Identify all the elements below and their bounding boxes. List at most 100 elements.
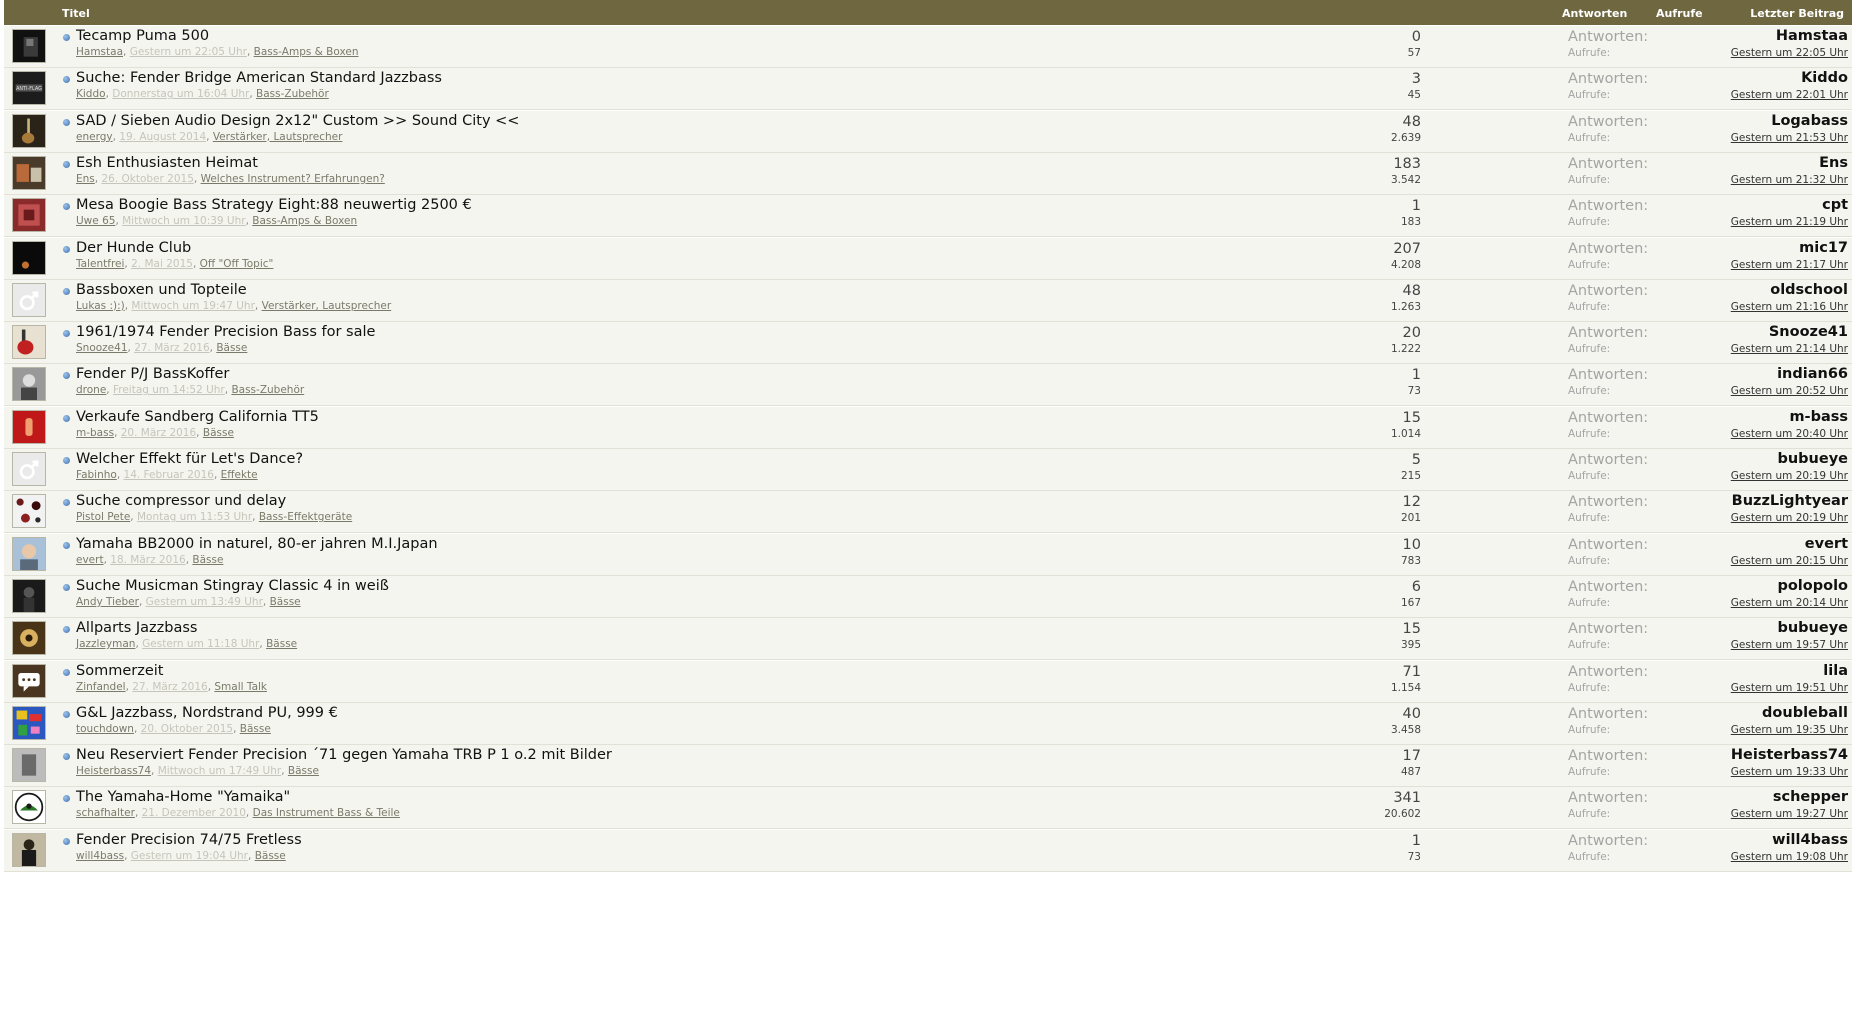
thread-forum-link[interactable]: Bass-Effektgeräte: [259, 511, 352, 523]
thread-start-date-link[interactable]: 21. Dezember 2010: [142, 807, 246, 819]
thread-author-link[interactable]: drone: [76, 384, 106, 396]
thread-row[interactable]: Yamaha BB2000 in naturel, 80-er jahren M…: [4, 533, 1852, 576]
last-post-date-link[interactable]: Gestern um 21:16 Uhr: [1731, 301, 1848, 313]
thread-start-date-link[interactable]: 2. Mai 2015: [131, 258, 193, 270]
thread-start-date-link[interactable]: Gestern um 13:49 Uhr: [146, 596, 263, 608]
last-post-date-link[interactable]: Gestern um 21:17 Uhr: [1731, 259, 1848, 271]
thread-author-link[interactable]: schafhalter: [76, 807, 135, 819]
thread-author-link[interactable]: Hamstaa: [76, 46, 123, 58]
thread-forum-link[interactable]: Bass-Zubehör: [231, 384, 304, 396]
thread-start-date-link[interactable]: 19. August 2014: [119, 131, 206, 143]
avatar[interactable]: [12, 240, 46, 275]
last-post-date-link[interactable]: Gestern um 19:35 Uhr: [1731, 724, 1848, 736]
thread-author-link[interactable]: Ens: [76, 173, 95, 185]
thread-row[interactable]: G&L Jazzbass, Nordstrand PU, 999 € touchd…: [4, 702, 1852, 745]
thread-title-link[interactable]: SAD / Sieben Audio Design 2x12" Custom >…: [76, 113, 519, 129]
thread-forum-link[interactable]: Effekte: [221, 469, 258, 481]
thread-title-link[interactable]: Fender P/J BassKoffer: [76, 366, 229, 382]
last-post-user-link[interactable]: will4bass: [1772, 832, 1848, 848]
last-post-user-link[interactable]: cpt: [1822, 197, 1848, 213]
thread-row[interactable]: Suche Musicman Stingray Classic 4 in wei…: [4, 575, 1852, 618]
thread-author-link[interactable]: Lukas :):): [76, 300, 125, 312]
last-post-user-link[interactable]: schepper: [1773, 789, 1848, 805]
thread-title-link[interactable]: Fender Precision 74/75 Fretless: [76, 832, 302, 848]
thread-title-link[interactable]: 1961/1974 Fender Precision Bass for sale: [76, 324, 375, 340]
last-post-date-link[interactable]: Gestern um 19:08 Uhr: [1731, 851, 1848, 863]
thread-forum-link[interactable]: Verstärker, Lautsprecher: [213, 131, 343, 143]
last-post-user-link[interactable]: Ens: [1819, 155, 1848, 171]
last-post-user-link[interactable]: mic17: [1799, 240, 1848, 256]
thread-start-date-link[interactable]: Gestern um 19:04 Uhr: [131, 850, 248, 862]
last-post-date-link[interactable]: Gestern um 20:19 Uhr: [1731, 470, 1848, 482]
last-post-user-link[interactable]: indian66: [1777, 366, 1848, 382]
thread-forum-link[interactable]: Small Talk: [214, 681, 267, 693]
thread-title-link[interactable]: Suche compressor und delay: [76, 493, 286, 509]
last-post-user-link[interactable]: lila: [1823, 663, 1848, 679]
last-post-user-link[interactable]: Heisterbass74: [1731, 747, 1848, 763]
column-header-views[interactable]: Aufrufe: [1656, 7, 1703, 20]
thread-row[interactable]: Fender Precision 74/75 Fretless will4bass…: [4, 829, 1852, 872]
thread-author-link[interactable]: touchdown: [76, 723, 134, 735]
thread-title-link[interactable]: Esh Enthusiasten Heimat: [76, 155, 258, 171]
last-post-date-link[interactable]: Gestern um 20:19 Uhr: [1731, 512, 1848, 524]
thread-forum-link[interactable]: Bässe: [288, 765, 319, 777]
thread-author-link[interactable]: evert: [76, 554, 104, 566]
thread-forum-link[interactable]: Bässe: [266, 638, 297, 650]
last-post-user-link[interactable]: BuzzLightyear: [1732, 493, 1848, 509]
thread-row[interactable]: Neu Reserviert Fender Precision ´71 gege…: [4, 745, 1852, 788]
thread-row[interactable]: Tecamp Puma 500 Hamstaa, Gestern um 22:05…: [4, 26, 1852, 68]
avatar[interactable]: [12, 198, 46, 233]
last-post-date-link[interactable]: Gestern um 20:14 Uhr: [1731, 597, 1848, 609]
thread-author-link[interactable]: Andy Tieber: [76, 596, 139, 608]
column-header-title[interactable]: Titel: [62, 7, 90, 20]
avatar[interactable]: [12, 113, 46, 148]
thread-forum-link[interactable]: Bässe: [255, 850, 286, 862]
thread-start-date-link[interactable]: Mittwoch um 17:49 Uhr: [158, 765, 281, 777]
thread-row[interactable]: Der Hunde Club Talentfrei, 2. Mai 2015, O…: [4, 237, 1852, 280]
thread-title-link[interactable]: Allparts Jazzbass: [76, 620, 197, 636]
thread-row[interactable]: Mesa Boogie Bass Strategy Eight:88 neuwe…: [4, 195, 1852, 238]
thread-title-link[interactable]: Tecamp Puma 500: [76, 28, 209, 44]
thread-row[interactable]: Esh Enthusiasten Heimat Ens, 26. Oktober …: [4, 152, 1852, 195]
thread-title-link[interactable]: Yamaha BB2000 in naturel, 80-er jahren M…: [76, 536, 438, 552]
thread-start-date-link[interactable]: Donnerstag um 16:04 Uhr: [112, 88, 249, 100]
last-post-date-link[interactable]: Gestern um 19:33 Uhr: [1731, 766, 1848, 778]
thread-start-date-link[interactable]: 26. Oktober 2015: [101, 173, 193, 185]
thread-start-date-link[interactable]: Mittwoch um 19:47 Uhr: [131, 300, 254, 312]
thread-title-link[interactable]: Bassboxen und Topteile: [76, 282, 247, 298]
thread-forum-link[interactable]: Bässe: [192, 554, 223, 566]
thread-start-date-link[interactable]: 27. März 2016: [132, 681, 207, 693]
last-post-user-link[interactable]: bubueye: [1777, 620, 1848, 636]
last-post-user-link[interactable]: evert: [1805, 536, 1848, 552]
avatar[interactable]: [12, 790, 46, 825]
avatar[interactable]: [12, 494, 46, 529]
thread-start-date-link[interactable]: 27. März 2016: [134, 342, 209, 354]
last-post-date-link[interactable]: Gestern um 21:19 Uhr: [1731, 216, 1848, 228]
last-post-user-link[interactable]: bubueye: [1777, 451, 1848, 467]
thread-row[interactable]: Allparts Jazzbass Jazzleyman, Gestern um …: [4, 618, 1852, 661]
thread-forum-link[interactable]: Bass-Amps & Boxen: [254, 46, 359, 58]
thread-row[interactable]: Sommerzeit Zinfandel, 27. März 2016, Smal…: [4, 660, 1852, 703]
thread-author-link[interactable]: Snooze41: [76, 342, 128, 354]
thread-row[interactable]: Verkaufe Sandberg California TT5 m-bass, …: [4, 406, 1852, 449]
last-post-date-link[interactable]: Gestern um 20:40 Uhr: [1731, 428, 1848, 440]
thread-row[interactable]: Bassboxen und Topteile Lukas :):), Mittwo…: [4, 279, 1852, 322]
thread-start-date-link[interactable]: Montag um 11:53 Uhr: [137, 511, 252, 523]
thread-forum-link[interactable]: Bässe: [216, 342, 247, 354]
thread-row[interactable]: Suche compressor und delay Pistol Pete, M…: [4, 491, 1852, 534]
thread-title-link[interactable]: Suche Musicman Stingray Classic 4 in wei…: [76, 578, 389, 594]
avatar[interactable]: [12, 621, 46, 656]
last-post-date-link[interactable]: Gestern um 20:52 Uhr: [1731, 385, 1848, 397]
avatar[interactable]: [12, 705, 46, 740]
avatar[interactable]: [12, 282, 46, 317]
avatar[interactable]: [12, 663, 46, 698]
thread-row[interactable]: ANTI-FLAG Suche: Fender Bridge American S…: [4, 68, 1852, 111]
last-post-user-link[interactable]: Kiddo: [1801, 70, 1848, 86]
avatar[interactable]: [12, 452, 46, 486]
last-post-date-link[interactable]: Gestern um 19:27 Uhr: [1731, 808, 1848, 820]
avatar[interactable]: [12, 409, 46, 444]
thread-author-link[interactable]: will4bass: [76, 850, 124, 862]
thread-start-date-link[interactable]: 20. Oktober 2015: [141, 723, 233, 735]
thread-forum-link[interactable]: Verstärker, Lautsprecher: [262, 300, 392, 312]
thread-forum-link[interactable]: Off "Off Topic": [200, 258, 274, 270]
